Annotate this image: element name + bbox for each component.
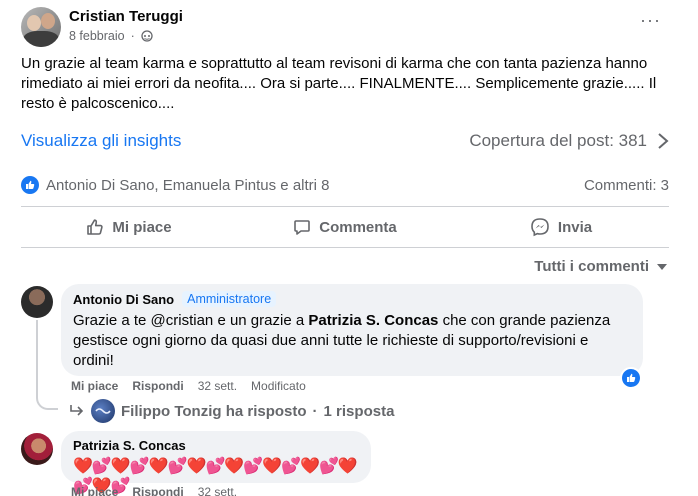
comment-actions: Mi piace Rispondi 32 sett. Modificato — [71, 379, 306, 393]
share-button-label: Invia — [557, 218, 593, 236]
caret-down-icon — [657, 263, 667, 270]
meta-separator: · — [130, 29, 135, 43]
commenter-avatar[interactable] — [21, 433, 53, 465]
divider — [21, 206, 669, 207]
reactors-names: Antonio Di Sano, Emanuela Pintus e altri… — [46, 176, 330, 194]
post-author-name[interactable]: Cristian Teruggi — [69, 8, 183, 25]
divider — [21, 247, 669, 248]
replies-count: 1 risposta — [323, 402, 395, 420]
comment-text: Grazie a te @cristian e un grazie a Patr… — [73, 311, 631, 371]
post-date[interactable]: 8 febbraio — [69, 29, 125, 43]
comment-author-row: Antonio Di Sano Amministratore — [73, 291, 631, 307]
comment-button[interactable]: Commenta — [237, 209, 453, 245]
reactions-row: Antonio Di Sano, Emanuela Pintus e altri… — [21, 176, 669, 194]
comment-like-reaction-icon[interactable] — [620, 367, 642, 389]
comments-sort-dropdown[interactable]: Tutti i commenti — [534, 258, 667, 275]
like-button-label: Mi piace — [112, 218, 172, 236]
comment-bubble: Patrizia S. Concas ❤️💕❤️💕❤️💕❤️💕❤️💕❤️💕❤️💕… — [61, 431, 371, 495]
chevron-right-icon — [658, 133, 669, 149]
admin-badge: Amministratore — [182, 291, 277, 307]
comment-timestamp[interactable]: 32 sett. — [198, 379, 237, 393]
reply-arrow-icon — [70, 405, 84, 416]
post-header: Cristian Teruggi 8 febbraio · — [21, 7, 183, 47]
replies-user: Filippo Tonzig ha risposto — [121, 402, 307, 420]
view-insights-link[interactable]: Visualizza gli insights — [21, 131, 181, 151]
thread-connector — [36, 320, 58, 410]
comment-reply-button[interactable]: Rispondi — [132, 379, 183, 393]
thumbs-up-icon — [87, 219, 104, 235]
comment-like-button[interactable]: Mi piace — [71, 485, 118, 496]
comment-actions: Mi piace Rispondi 32 sett. — [71, 485, 237, 496]
like-button[interactable]: Mi piace — [21, 209, 237, 245]
insights-row: Visualizza gli insights Copertura del po… — [21, 130, 669, 152]
comment-timestamp[interactable]: 32 sett. — [198, 485, 237, 496]
comment-author[interactable]: Patrizia S. Concas — [73, 438, 186, 453]
comments-sort-label: Tutti i commenti — [534, 258, 649, 275]
audience-icon[interactable] — [141, 30, 153, 42]
post-author-block: Cristian Teruggi 8 febbraio · — [69, 8, 183, 43]
author-avatar[interactable] — [21, 7, 61, 47]
commenter-avatar[interactable] — [21, 286, 53, 318]
comment-button-label: Commenta — [319, 218, 397, 236]
post-reach-label: Copertura del post: 381 — [469, 131, 647, 150]
comment-bubble: Antonio Di Sano Amministratore Grazie a … — [61, 284, 643, 376]
replies-separator: · — [312, 402, 318, 420]
post-reach[interactable]: Copertura del post: 381 — [469, 131, 669, 151]
comments-count[interactable]: Commenti: 3 — [584, 177, 669, 194]
comment-author[interactable]: Antonio Di Sano — [73, 292, 174, 307]
comment-edited-label[interactable]: Modificato — [251, 379, 306, 393]
comment-icon — [294, 220, 311, 235]
view-replies[interactable]: Filippo Tonzig ha risposto · 1 risposta — [69, 399, 394, 423]
comment-text-before: Grazie a te @cristian e un grazie a — [73, 312, 309, 329]
share-button[interactable]: Invia — [453, 209, 669, 245]
comment-reply-button[interactable]: Rispondi — [132, 485, 183, 496]
action-bar: Mi piace Commenta Invia — [21, 209, 669, 245]
post-meta: 8 febbraio · — [69, 29, 183, 43]
reactors[interactable]: Antonio Di Sano, Emanuela Pintus e altri… — [21, 176, 330, 194]
more-options-icon[interactable]: ··· — [640, 11, 661, 29]
post-text: Un grazie al team karma e soprattutto al… — [21, 55, 657, 112]
comment-like-button[interactable]: Mi piace — [71, 379, 118, 393]
like-reaction-icon — [21, 176, 39, 194]
messenger-icon — [531, 218, 549, 237]
mention-link[interactable]: Patrizia S. Concas — [308, 312, 438, 329]
replier-avatar — [91, 399, 115, 423]
comment-author-row: Patrizia S. Concas — [73, 438, 359, 453]
